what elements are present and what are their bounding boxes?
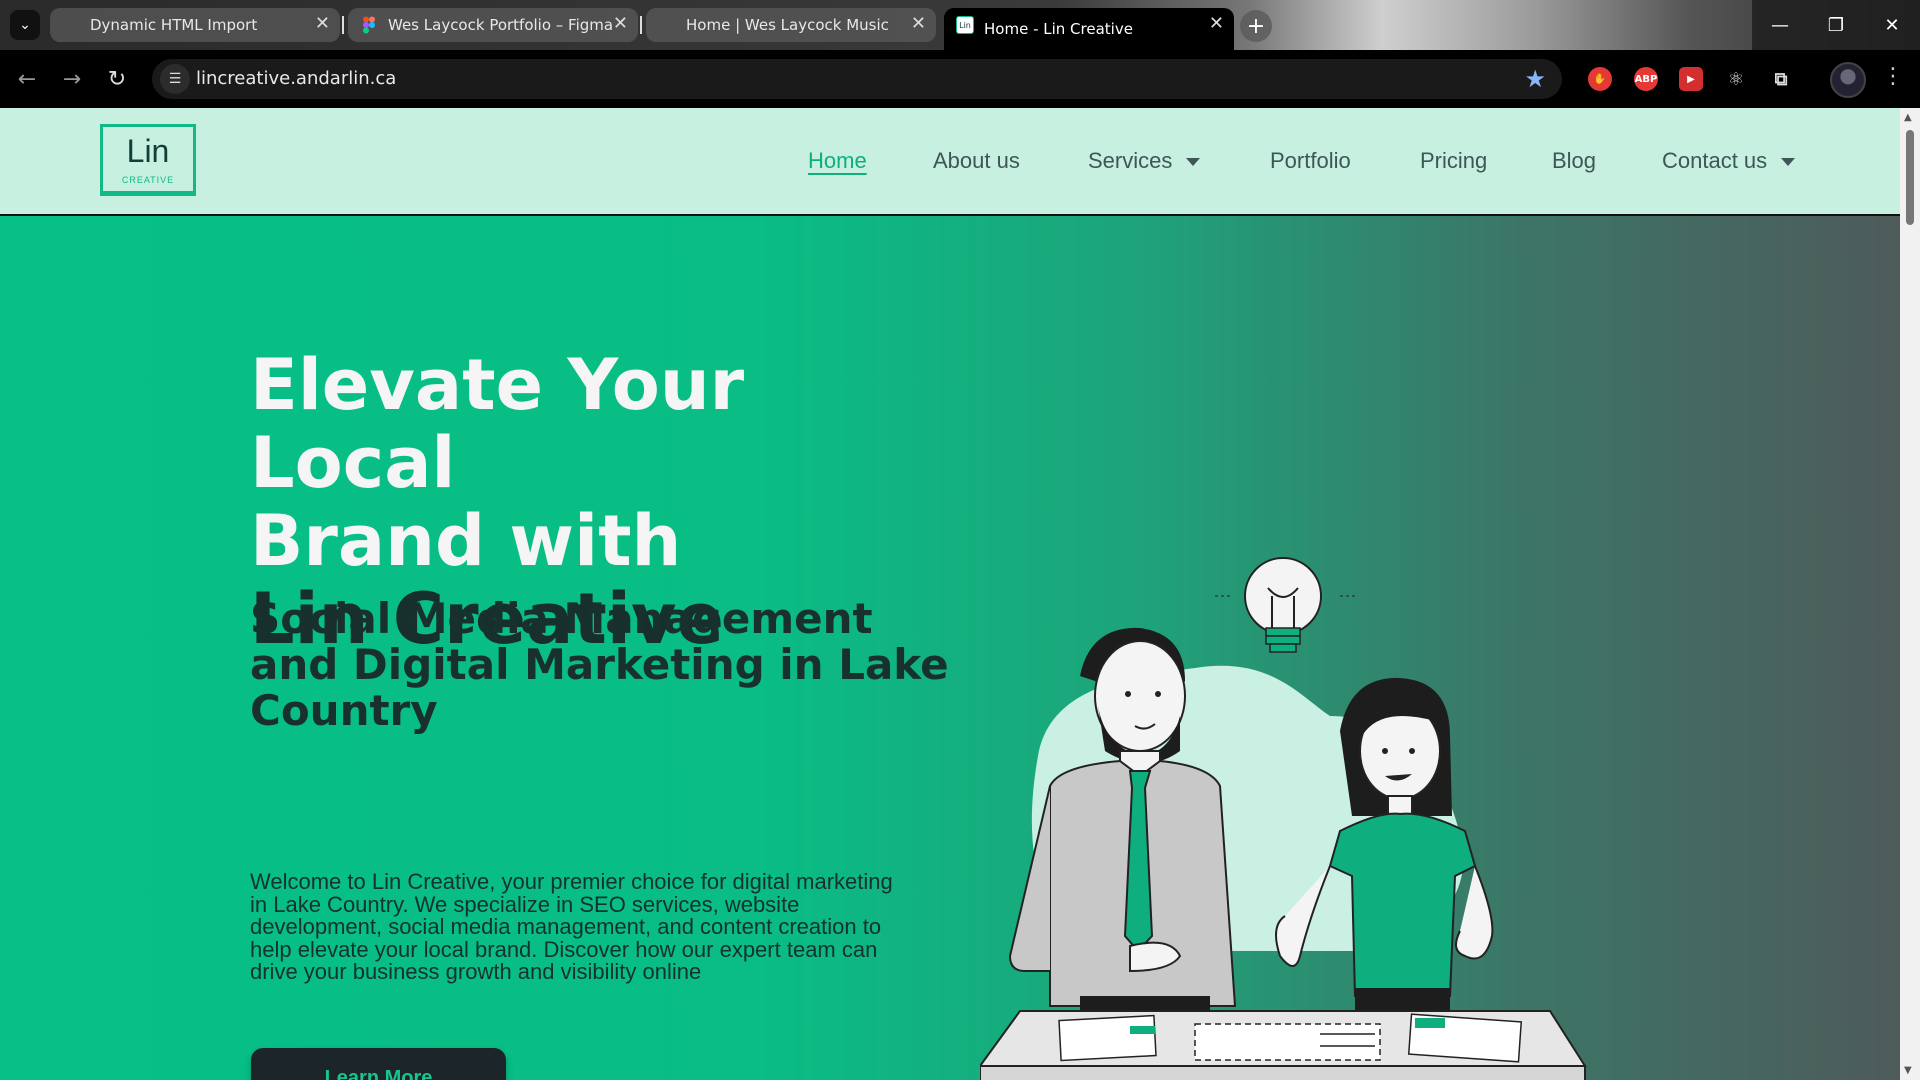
tab-wes-laycock-music[interactable]: Home | Wes Laycock Music ✕ bbox=[646, 8, 936, 42]
nav-pricing[interactable]: Pricing bbox=[1420, 148, 1487, 174]
arrow-right-icon: → bbox=[62, 66, 82, 92]
page-scrollbar[interactable]: ▲ ▼ bbox=[1900, 108, 1920, 1080]
close-icon[interactable]: ✕ bbox=[315, 13, 330, 34]
tab-dynamic-html-import[interactable]: Dynamic HTML Import ✕ bbox=[50, 8, 340, 42]
arrow-left-icon: ← bbox=[17, 66, 37, 92]
nav-home[interactable]: Home bbox=[808, 148, 867, 174]
chevron-down-icon: ⌄ bbox=[19, 17, 31, 33]
tab-title: Dynamic HTML Import bbox=[90, 16, 258, 34]
tune-icon: ☰ bbox=[168, 71, 182, 87]
tab-separator bbox=[640, 16, 642, 34]
profile-avatar[interactable] bbox=[1830, 62, 1866, 98]
web-page: Lin CREATIVE Home About us Services Port… bbox=[0, 108, 1900, 1080]
back-button[interactable]: ← bbox=[12, 64, 42, 94]
scroll-up-arrow-icon[interactable]: ▲ bbox=[1904, 112, 1912, 123]
stop-hand-extension-icon[interactable]: ✋ bbox=[1588, 67, 1612, 91]
figma-icon bbox=[360, 16, 378, 34]
address-bar[interactable]: ☰ lincreative.andarlin.ca ★ bbox=[152, 59, 1562, 99]
minimize-icon: — bbox=[1771, 14, 1789, 36]
restore-button[interactable]: ❐ bbox=[1808, 0, 1864, 50]
hero-title-line-1: Elevate Your Local bbox=[250, 344, 745, 504]
desk-with-documents bbox=[980, 1010, 1587, 1080]
site-info-button[interactable]: ☰ bbox=[160, 64, 190, 94]
learn-more-button[interactable]: Learn More bbox=[251, 1048, 506, 1080]
extensions-puzzle-icon[interactable]: ⧉ bbox=[1769, 67, 1793, 91]
close-icon[interactable]: ✕ bbox=[911, 13, 926, 34]
nav-services[interactable]: Services bbox=[1088, 148, 1201, 174]
hero-subtitle: Social Media Management and Digital Mark… bbox=[250, 594, 949, 735]
window-close-button[interactable]: ✕ bbox=[1864, 0, 1920, 50]
logo-text: Lin bbox=[126, 133, 170, 169]
scroll-thumb[interactable] bbox=[1906, 130, 1914, 225]
tab-lin-creative[interactable]: Lin Home - Lin Creative ✕ bbox=[944, 8, 1234, 50]
react-devtools-icon[interactable]: ⚛ bbox=[1724, 67, 1748, 91]
lightbulb-icon bbox=[1215, 557, 1355, 653]
video-extension-icon[interactable]: ▶ bbox=[1679, 67, 1703, 91]
tab-separator bbox=[342, 16, 344, 34]
reload-icon: ↻ bbox=[107, 66, 127, 92]
site-header: Lin CREATIVE Home About us Services Port… bbox=[0, 108, 1900, 216]
nav-portfolio[interactable]: Portfolio bbox=[1270, 148, 1351, 174]
nav-about-us[interactable]: About us bbox=[933, 148, 1020, 174]
tab-title: Home | Wes Laycock Music bbox=[686, 16, 889, 34]
hero-description: Welcome to Lin Creative, your premier ch… bbox=[250, 869, 893, 984]
lin-creative-favicon-icon: Lin bbox=[956, 16, 974, 34]
url-text[interactable]: lincreative.andarlin.ca bbox=[196, 68, 396, 89]
bookmark-star-icon[interactable]: ★ bbox=[1524, 65, 1546, 93]
tab-title: Home - Lin Creative bbox=[984, 20, 1133, 38]
hero-illustration bbox=[980, 557, 1587, 1080]
tab-search-button[interactable]: ⌄ bbox=[10, 10, 40, 40]
caret-down-icon bbox=[1186, 158, 1201, 167]
tab-title: Wes Laycock Portfolio – Figma bbox=[388, 16, 614, 34]
nav-contact-label: Contact us bbox=[1662, 148, 1768, 173]
nav-blog[interactable]: Blog bbox=[1552, 148, 1596, 174]
close-icon[interactable]: ✕ bbox=[613, 13, 628, 34]
nav-contact-us[interactable]: Contact us bbox=[1662, 148, 1796, 174]
adblock-plus-extension-icon[interactable]: ABP bbox=[1634, 67, 1658, 91]
browser-tab-strip: ⌄ Dynamic HTML Import ✕ Wes Laycock Port… bbox=[0, 0, 1920, 50]
site-logo[interactable]: Lin CREATIVE bbox=[100, 124, 196, 196]
close-icon: ✕ bbox=[1884, 14, 1900, 36]
hero-section: Elevate Your Local Brand with Lin Creati… bbox=[0, 216, 1900, 1080]
restore-icon: ❐ bbox=[1827, 14, 1845, 36]
nav-services-label: Services bbox=[1088, 148, 1173, 173]
minimize-button[interactable]: — bbox=[1752, 0, 1808, 50]
close-icon[interactable]: ✕ bbox=[1209, 13, 1224, 34]
logo-subtext: CREATIVE bbox=[121, 175, 175, 185]
caret-down-icon bbox=[1781, 158, 1796, 167]
more-menu-icon[interactable]: ⋮ bbox=[1882, 64, 1904, 89]
hero-title-line-2: Brand with bbox=[250, 500, 682, 582]
tab-figma[interactable]: Wes Laycock Portfolio – Figma ✕ bbox=[348, 8, 638, 42]
reload-button[interactable]: ↻ bbox=[102, 64, 132, 94]
new-tab-button[interactable]: + bbox=[1240, 10, 1272, 42]
address-toolbar: ← → ↻ ☰ lincreative.andarlin.ca ★ ✋ ABP … bbox=[0, 50, 1920, 108]
scroll-down-arrow-icon[interactable]: ▼ bbox=[1904, 1065, 1912, 1076]
forward-button[interactable]: → bbox=[57, 64, 87, 94]
